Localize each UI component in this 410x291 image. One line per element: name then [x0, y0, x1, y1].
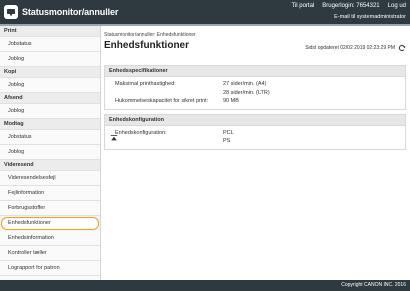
spec-value: 28 sider/min. (LTR): [223, 89, 270, 96]
sidebar-item-print-joblog[interactable]: Joblog: [0, 52, 100, 67]
last-updated: Sidst opdateret 02/02 2019 02:23:29 PM: [305, 44, 406, 52]
header-bar: Statusmonitor/annuller Til portal Bruger…: [0, 0, 410, 24]
spec-value: 90 MB: [223, 98, 239, 104]
spec-value: 27 sider/min. (A4): [223, 81, 267, 87]
monitor-icon: [4, 5, 18, 19]
sidebar: Print Jobstatus Joblog Kopi Joblog Afsen…: [0, 26, 101, 291]
section-receive: Modtag: [0, 119, 100, 130]
sidebar-item-check-counter[interactable]: Kontroller tæller: [0, 246, 100, 261]
section-copy: Kopi: [0, 67, 100, 78]
config-label: Enhedskonfiguration:: [115, 129, 167, 136]
copyright: Copyright CANON INC. 2016: [341, 282, 406, 288]
sidebar-item-patron-log[interactable]: Lograpport for patron: [0, 261, 100, 276]
spec-row: Hukommelseskapacitet for sikret print: 9…: [115, 97, 405, 106]
sidebar-item-consumables[interactable]: Forbrugsstoffer: [0, 201, 100, 216]
config-label: [115, 137, 223, 146]
spec-label: Hukommelseskapacitet for sikret print:: [115, 98, 209, 104]
config-heading: Enhedskonfiguration: [105, 114, 405, 126]
refresh-icon[interactable]: [398, 44, 406, 52]
sidebar-item-error-info[interactable]: Fejlinformation: [0, 186, 100, 201]
sidebar-item-send-joblog[interactable]: Joblog: [0, 104, 100, 119]
section-send: Afsend: [0, 93, 100, 104]
mail-admin-link[interactable]: E-mail til systemadministrator: [334, 14, 406, 20]
top-links: Til portal Brugerlogin: 7654321 Log ud: [291, 3, 406, 9]
spec-row: 28 sider/min. (LTR): [115, 89, 405, 98]
config-value: PS: [223, 138, 231, 144]
sidebar-item-device-features[interactable]: Enhedsfunktioner: [1, 217, 99, 230]
section-forward: Videresend: [0, 160, 100, 171]
config-row: Enhedskonfiguration: PCL: [115, 129, 405, 138]
sidebar-item-print-jobstatus[interactable]: Jobstatus: [0, 37, 100, 52]
brand: Statusmonitor/annuller: [4, 4, 118, 20]
breadcrumb: Statusmonitor/annuller: Enhedsfunktioner: [104, 32, 196, 38]
spec-row: Maksimal printhastighed: 27 sider/min. (…: [115, 80, 405, 89]
footer: Copyright CANON INC. 2016: [0, 280, 410, 291]
spec-heading: Enhedsspecifikationer: [105, 66, 405, 77]
config-panel: Enhedskonfiguration Enhedskonfiguration:…: [104, 113, 406, 150]
scroll-to-top-icon[interactable]: [110, 134, 118, 142]
sidebar-item-receive-jobstatus[interactable]: Jobstatus: [0, 130, 100, 145]
last-updated-text: Sidst opdateret 02/02 2019 02:23:29 PM: [305, 45, 395, 51]
logout-link[interactable]: Log ud: [388, 3, 406, 9]
config-row: PS: [115, 137, 405, 146]
spec-label: [115, 89, 223, 98]
portal-link[interactable]: Til portal: [291, 3, 314, 9]
spec-panel: Enhedsspecifikationer Maksimal printhast…: [104, 65, 406, 110]
sidebar-item-device-info[interactable]: Enhedsinformation: [0, 231, 100, 246]
page-title: Statusmonitor/annuller: [22, 7, 119, 17]
sidebar-item-copy-joblog[interactable]: Joblog: [0, 78, 100, 93]
config-value: PCL: [223, 129, 234, 136]
sidebar-item-receive-joblog[interactable]: Joblog: [0, 145, 100, 160]
main-content: Statusmonitor/annuller: Enhedsfunktioner…: [104, 26, 406, 280]
user-login-label: Brugerlogin: 7654321: [322, 3, 380, 9]
spec-label: Maksimal printhastighed:: [115, 81, 176, 87]
sidebar-item-forward-errors[interactable]: Videresendelsesfejl: [0, 171, 100, 186]
section-print: Print: [0, 26, 100, 37]
